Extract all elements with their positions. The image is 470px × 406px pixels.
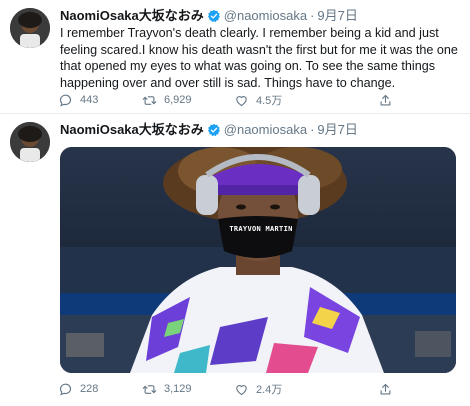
reply-count: 443 [80,94,99,106]
tweet[interactable]: NaomiOsaka大坂なおみ @naomiosaka · 9月7日 I rem… [0,0,470,114]
retweet-icon [142,95,157,105]
tweet-photo[interactable]: TRAYVON MARTIN [60,147,456,373]
tweet-header: NaomiOsaka大坂なおみ @naomiosaka · 9月7日 [60,121,358,139]
like-icon [236,384,247,395]
timestamp[interactable]: 9月7日 [317,121,357,139]
retweet-icon [142,384,157,394]
tweet-actions: 443 6,929 4.5万 [56,92,416,108]
reply-button[interactable]: 228 [58,381,98,397]
retweet-count: 6,929 [164,94,192,106]
reply-button[interactable]: 443 [58,92,98,108]
separator-dot: · [310,8,315,23]
share-icon [380,94,391,105]
author-handle[interactable]: @naomiosaka [224,121,307,139]
reply-icon [59,94,72,106]
verified-badge-icon [207,123,220,137]
verified-badge-icon [207,9,220,23]
timestamp[interactable]: 9月7日 [317,7,357,25]
share-icon [380,383,391,394]
photo-image [60,147,456,373]
share-button[interactable] [378,381,393,397]
mask-text: TRAYVON MARTIN [229,225,293,233]
like-icon [236,95,247,106]
like-count: 2.4万 [256,384,283,396]
separator-dot: · [310,122,315,137]
reply-icon [59,383,72,395]
avatar-image [10,122,50,162]
like-count: 4.5万 [256,95,283,107]
author-handle[interactable]: @naomiosaka [224,7,307,25]
tweet-text: I remember Trayvon's death clearly. I re… [60,26,458,90]
share-button[interactable] [378,92,393,108]
tweet[interactable]: NaomiOsaka大坂なおみ @naomiosaka · 9月7日 TRAYV… [0,114,470,406]
tweet-header: NaomiOsaka大坂なおみ @naomiosaka · 9月7日 [60,7,358,25]
retweet-count: 3,129 [164,383,192,395]
tweet-actions: 228 3,129 2.4万 [56,381,416,397]
retweet-button[interactable]: 6,929 [142,92,192,108]
author-name[interactable]: NaomiOsaka大坂なおみ [60,7,204,25]
author-name[interactable]: NaomiOsaka大坂なおみ [60,121,204,139]
like-button[interactable]: 4.5万 [234,92,282,108]
avatar-image [10,8,50,48]
avatar[interactable] [10,8,50,48]
reply-count: 228 [80,383,99,395]
avatar[interactable] [10,122,50,162]
retweet-button[interactable]: 3,129 [142,381,192,397]
like-button[interactable]: 2.4万 [234,381,282,397]
